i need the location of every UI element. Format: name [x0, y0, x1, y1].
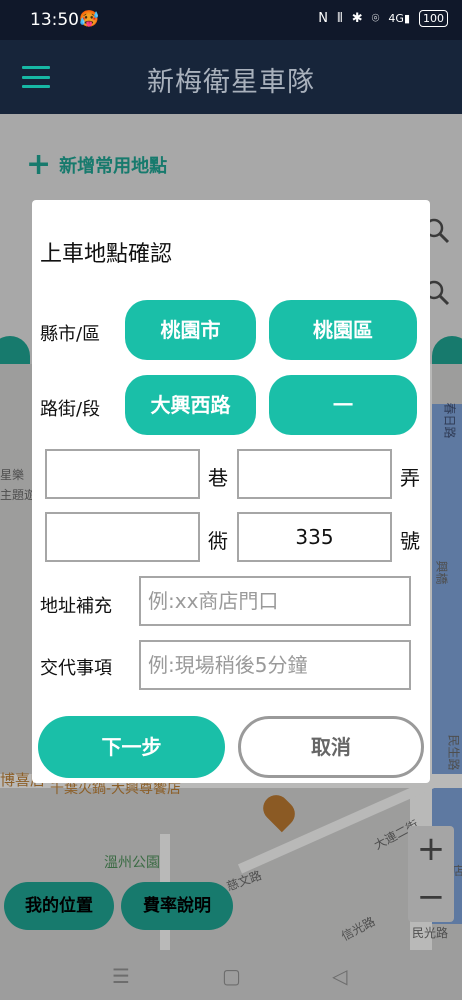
house-number-input[interactable]: 335 [237, 512, 392, 562]
app-title: 新梅衛星車隊 [147, 67, 315, 98]
map-label: 春日路 [442, 402, 457, 439]
nfc-icon: N [318, 11, 328, 26]
plus-icon: + [26, 147, 52, 182]
fare-info-button[interactable]: 費率說明 [121, 882, 233, 930]
number-unit: 號 [400, 529, 420, 553]
status-time: 13:50 [30, 10, 79, 30]
status-bar: 13:50 🥵 N ⦀ ✱ ⌾ 4G▮ 100 [0, 0, 462, 40]
map-label: 溫州公園 [104, 855, 160, 871]
map-label: 主題遊 [0, 488, 37, 502]
pickup-confirm-dialog: 上車地點確認 縣市/區 桃園市 桃園區 路街/段 大興西路 一 巷 弄 衖 33… [32, 200, 430, 783]
signal-icon: 4G▮ [388, 12, 410, 25]
my-location-button[interactable]: 我的位置 [4, 882, 114, 930]
battery-icon: 100 [419, 10, 448, 27]
emoji-icon: 🥵 [79, 9, 99, 28]
address-supplement-input[interactable]: 例:xx商店門口 [139, 576, 411, 626]
street-input[interactable] [45, 512, 200, 562]
map-label: 信光路 [339, 914, 378, 944]
map-label: 慈文路 [224, 868, 264, 894]
alley-unit: 弄 [400, 466, 420, 490]
cancel-button[interactable]: 取消 [238, 716, 424, 778]
back-icon[interactable]: ◁ [332, 964, 347, 988]
instructions-input[interactable]: 例:現場稍後5分鐘 [139, 640, 411, 690]
alley-input[interactable] [237, 449, 392, 499]
map-label: 民生路 [446, 734, 461, 771]
system-nav-bar: ☰ ▢ ◁ [0, 950, 462, 1000]
city-district-label: 縣市/區 [40, 324, 101, 345]
add-favorite-location-button[interactable]: + 新增常用地點 [26, 147, 168, 182]
map-label: 星樂 [0, 468, 25, 482]
district-select[interactable]: 桃園區 [269, 300, 417, 360]
vibrate-icon: ⦀ [336, 11, 343, 26]
lane-unit: 巷 [208, 466, 228, 490]
address-supplement-label: 地址補充 [40, 596, 112, 617]
next-step-button[interactable]: 下一步 [38, 716, 225, 778]
bluetooth-icon: ✱ [351, 11, 363, 26]
status-icons: N ⦀ ✱ ⌾ 4G▮ 100 [318, 10, 448, 27]
recent-apps-icon[interactable]: ☰ [112, 964, 130, 988]
network-type: 4G [388, 12, 404, 25]
zoom-in-button[interactable]: + [408, 826, 454, 874]
instructions-label: 交代事項 [40, 658, 112, 679]
section-select[interactable]: 一 [269, 375, 417, 435]
dialog-title: 上車地點確認 [40, 242, 173, 267]
road-section-label: 路街/段 [40, 399, 101, 420]
home-icon[interactable]: ▢ [222, 964, 241, 988]
road-select[interactable]: 大興西路 [125, 375, 256, 435]
map-label: 興橋 [434, 560, 449, 585]
app-header: 新梅衛星車隊 [0, 40, 462, 114]
zoom-out-button[interactable]: − [408, 874, 454, 922]
zoom-control: + − [408, 826, 454, 922]
city-select[interactable]: 桃園市 [125, 300, 256, 360]
add-favorite-label: 新增常用地點 [59, 156, 168, 177]
location-icon: ⌾ [371, 11, 380, 26]
map-label: 民光路 [412, 926, 449, 940]
lane-input[interactable] [45, 449, 200, 499]
street-unit: 衖 [208, 529, 228, 553]
